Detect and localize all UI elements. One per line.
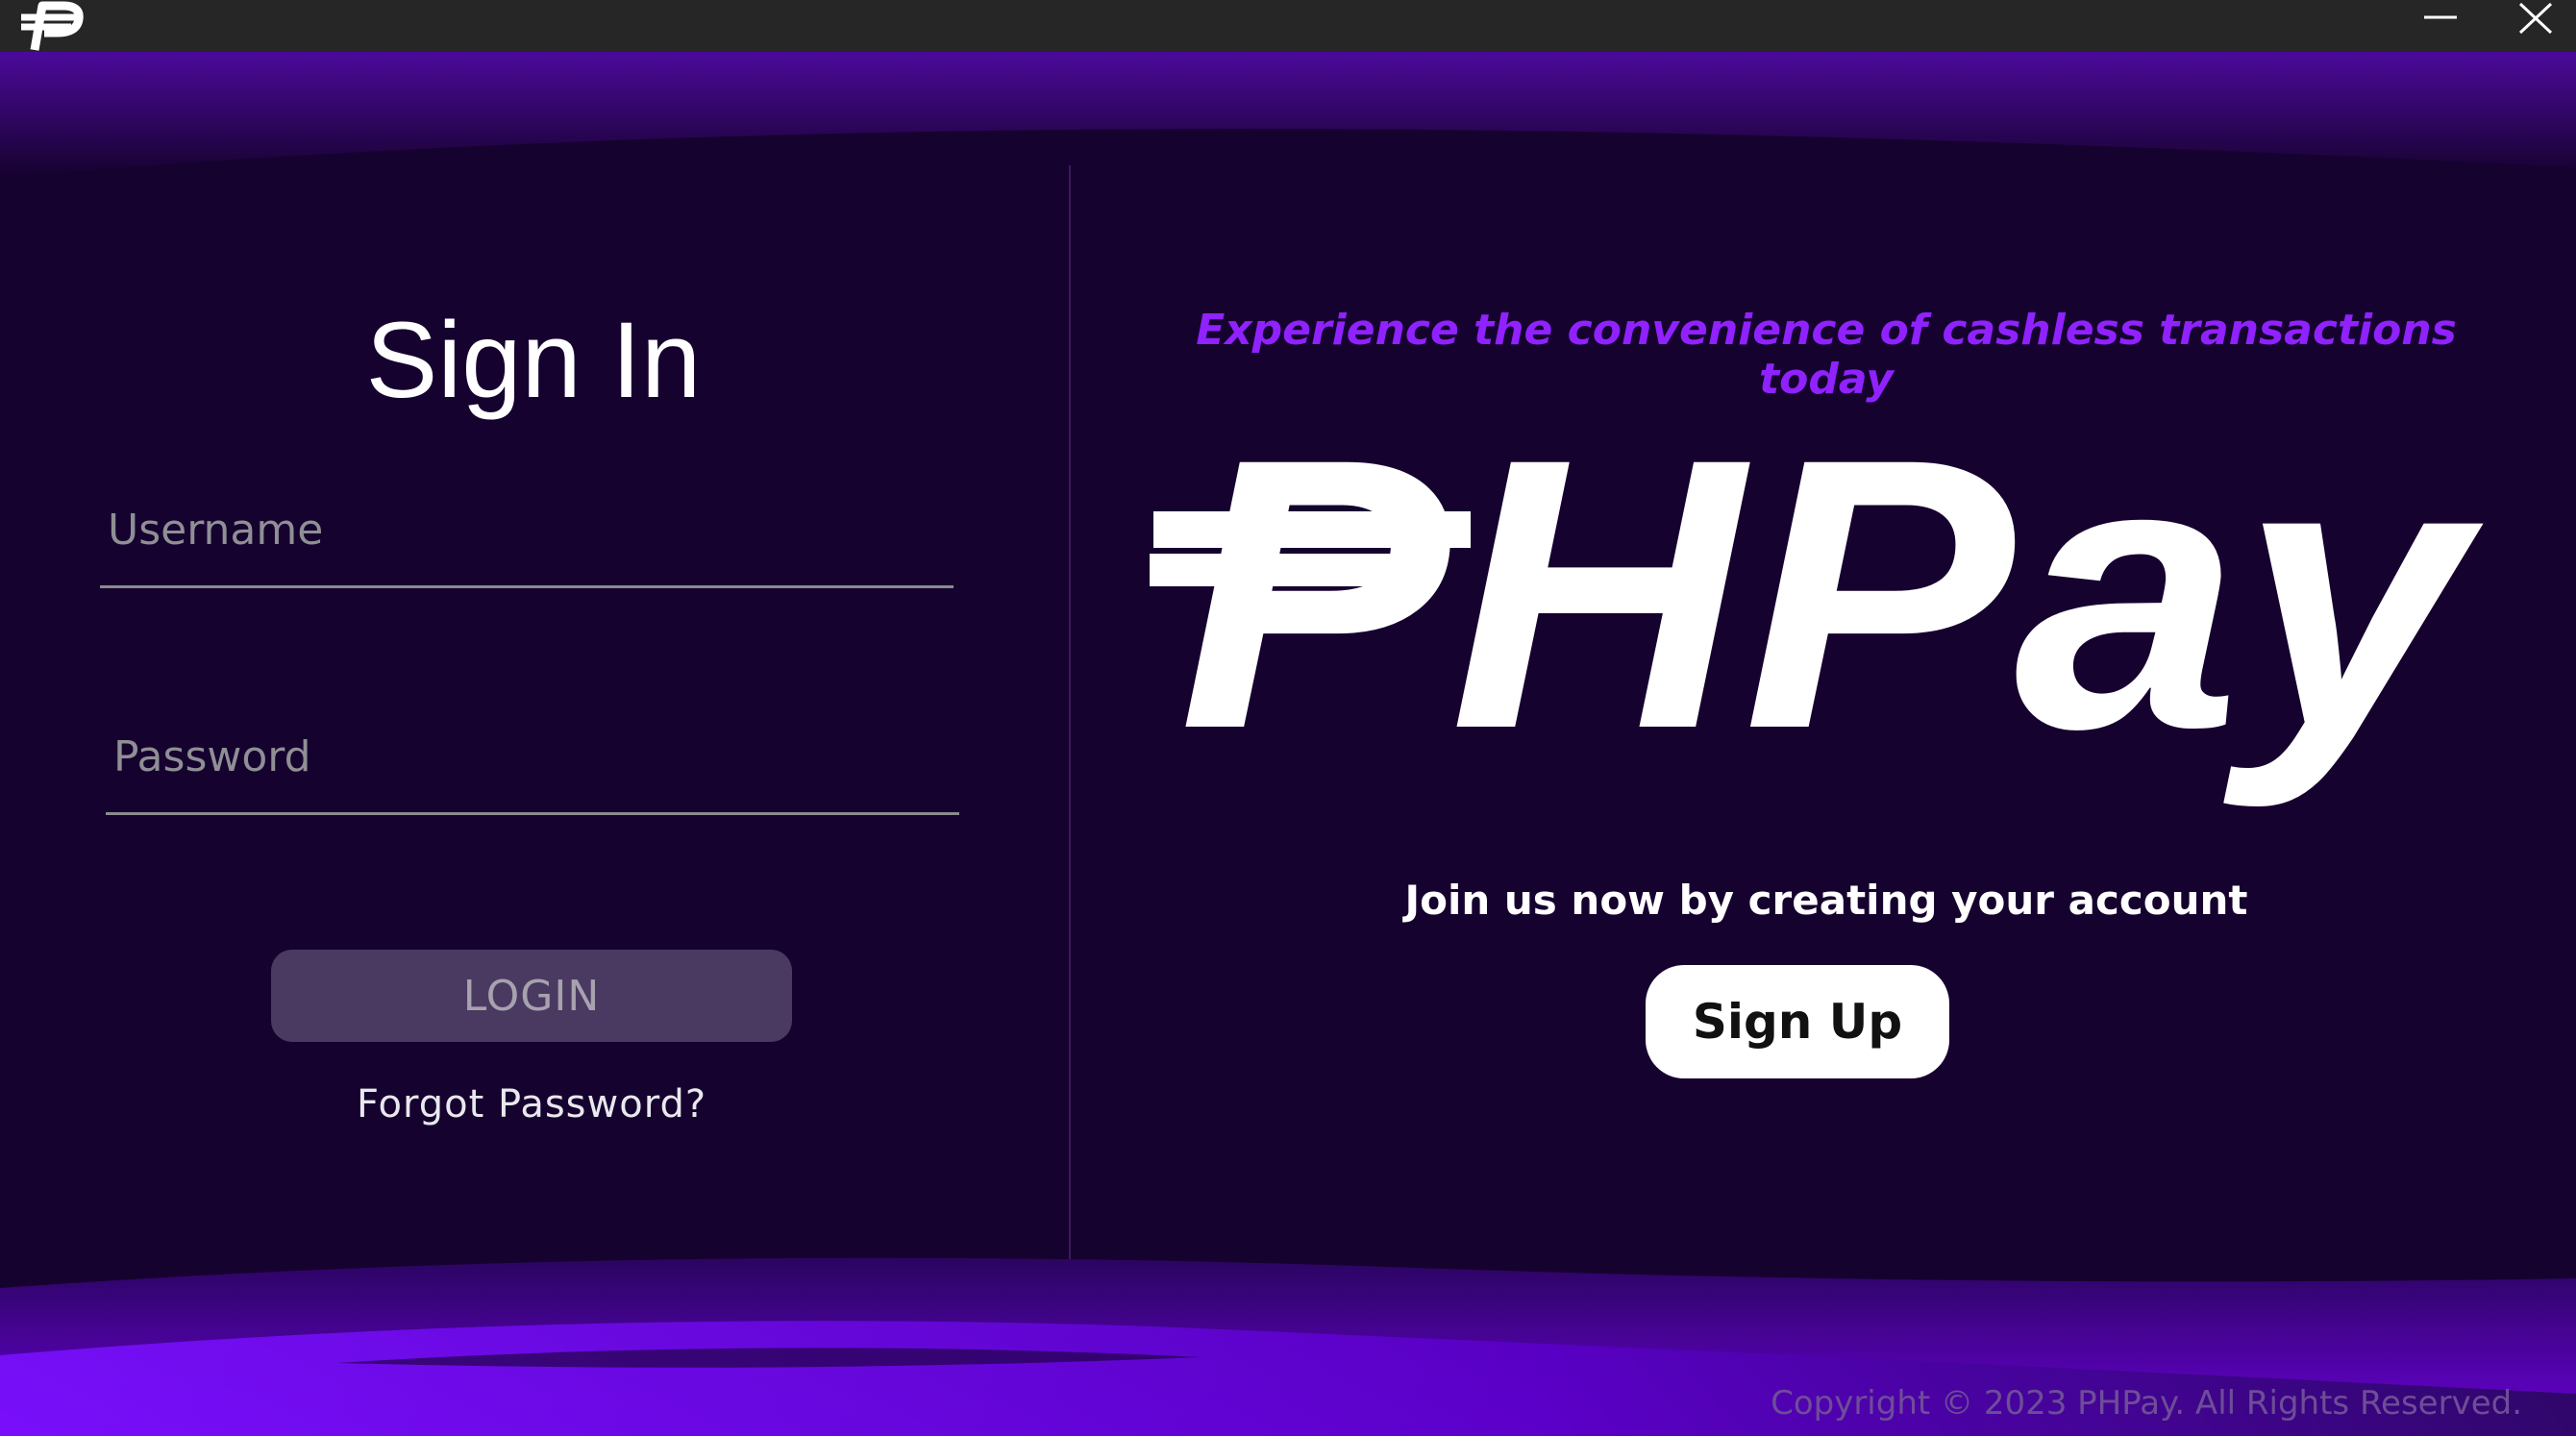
window-title-bar: [0, 0, 2576, 52]
password-field[interactable]: [106, 707, 959, 815]
peso-p-logo-icon: [21, 1, 84, 51]
peso-bar-upper: [1153, 511, 1471, 548]
sign-up-button[interactable]: Sign Up: [1646, 965, 1949, 1078]
username-field[interactable]: [100, 481, 954, 588]
forgot-password-link[interactable]: Forgot Password?: [271, 1082, 792, 1127]
password-input[interactable]: [111, 707, 952, 805]
password-underline: [106, 812, 959, 815]
peso-bar-lower: [1150, 554, 1438, 586]
minimize-icon[interactable]: [2407, 0, 2474, 52]
login-button[interactable]: LOGIN: [271, 950, 792, 1042]
promo-tagline: Experience the convenience of cashless t…: [1196, 306, 2457, 404]
phpay-brand-logo: PHPay: [1150, 431, 2489, 811]
copyright-text: Copyright © 2023 PHPay. All Rights Reser…: [1771, 1384, 2522, 1423]
top-decorative-wave: [0, 52, 2576, 177]
close-icon[interactable]: [2503, 0, 2570, 52]
brand-wordmark: PHPay: [1178, 431, 2489, 811]
username-underline: [100, 585, 954, 588]
sign-in-heading: Sign In: [365, 300, 702, 420]
panel-divider: [1069, 165, 1071, 1348]
join-text: Join us now by creating your account: [1404, 877, 2248, 924]
username-input[interactable]: [106, 481, 946, 579]
